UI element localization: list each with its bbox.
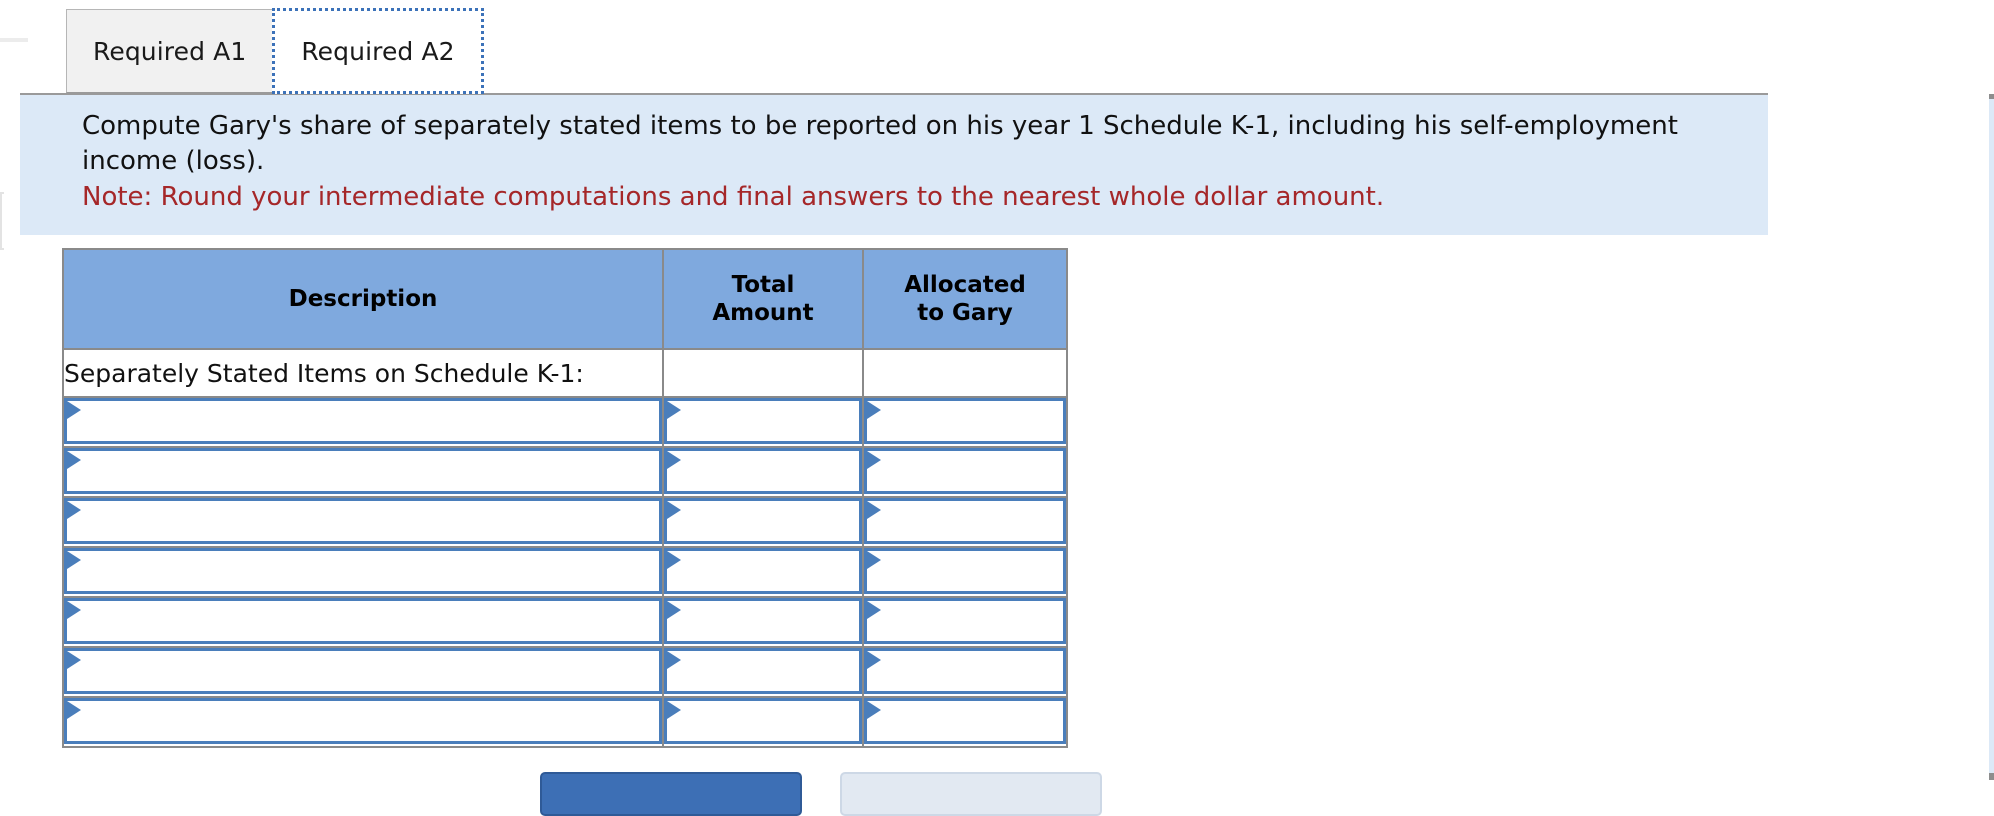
cell-allocated-5 [862, 596, 1068, 648]
chevron-right-icon [667, 601, 681, 619]
section-label-description: Separately Stated Items on Schedule K-1: [62, 348, 664, 398]
chevron-right-icon [867, 551, 881, 569]
description-dropdown-3[interactable] [64, 498, 662, 544]
page-edge-artifact-left [0, 192, 4, 250]
chevron-right-icon [67, 651, 81, 669]
total-amount-dropdown-3[interactable] [664, 498, 862, 544]
table-row [62, 696, 1068, 748]
description-dropdown-4[interactable] [64, 548, 662, 594]
cell-allocated-3 [862, 496, 1068, 548]
chevron-right-icon [867, 601, 881, 619]
secondary-action-button[interactable] [840, 772, 1102, 816]
column-header-total-amount: Total Amount [662, 248, 864, 350]
chevron-right-icon [67, 601, 81, 619]
table-row [62, 646, 1068, 698]
requirement-tabs: Required A1 Required A2 [66, 8, 484, 94]
chevron-right-icon [667, 451, 681, 469]
section-label-allocated-to-gary [862, 348, 1068, 398]
primary-action-button[interactable] [540, 772, 802, 816]
chevron-right-icon [67, 451, 81, 469]
worksheet-body: Separately Stated Items on Schedule K-1: [62, 348, 1068, 748]
tab-required-a2[interactable]: Required A2 [272, 8, 484, 94]
cell-total-amount-1 [662, 396, 864, 448]
total-amount-dropdown-7[interactable] [664, 698, 862, 744]
description-dropdown-2[interactable] [64, 448, 662, 494]
cell-allocated-1 [862, 396, 1068, 448]
cell-total-amount-2 [662, 446, 864, 498]
cell-total-amount-7 [662, 696, 864, 748]
column-header-total-amount-line2: Amount [712, 300, 814, 326]
total-amount-dropdown-5[interactable] [664, 598, 862, 644]
table-row [62, 496, 1068, 548]
chevron-right-icon [667, 501, 681, 519]
chevron-right-icon [867, 651, 881, 669]
cell-total-amount-6 [662, 646, 864, 698]
allocated-dropdown-1[interactable] [864, 398, 1066, 444]
column-header-allocated-to-gary: Allocated to Gary [862, 248, 1068, 350]
column-header-total-amount-line1: Total [731, 271, 795, 298]
chevron-right-icon [667, 401, 681, 419]
section-label-total-amount [662, 348, 864, 398]
table-header-row: Description Total Amount Allocated to Ga… [62, 248, 1068, 350]
cell-description-3 [62, 496, 664, 548]
allocated-dropdown-3[interactable] [864, 498, 1066, 544]
total-amount-dropdown-6[interactable] [664, 648, 862, 694]
chevron-right-icon [667, 651, 681, 669]
instruction-note: Note: Round your intermediate computatio… [82, 182, 1385, 213]
total-amount-dropdown-2[interactable] [664, 448, 862, 494]
cell-description-2 [62, 446, 664, 498]
instruction-prompt: Compute Gary's share of separately state… [82, 111, 1678, 176]
table-row-section-label: Separately Stated Items on Schedule K-1: [62, 348, 1068, 398]
tab-required-a1[interactable]: Required A1 [66, 9, 274, 93]
description-dropdown-6[interactable] [64, 648, 662, 694]
column-header-description: Description [62, 248, 664, 350]
page-edge-artifact-top [0, 38, 28, 42]
description-dropdown-7[interactable] [64, 698, 662, 744]
cell-total-amount-3 [662, 496, 864, 548]
description-dropdown-1[interactable] [64, 398, 662, 444]
cell-description-4 [62, 546, 664, 598]
cell-allocated-6 [862, 646, 1068, 698]
cell-description-7 [62, 696, 664, 748]
footer-button-row [540, 772, 1102, 816]
allocated-dropdown-4[interactable] [864, 548, 1066, 594]
cell-description-6 [62, 646, 664, 698]
instruction-panel: Compute Gary's share of separately state… [20, 95, 1768, 235]
chevron-right-icon [67, 501, 81, 519]
table-row [62, 446, 1068, 498]
chevron-right-icon [867, 451, 881, 469]
schedule-k1-worksheet: Description Total Amount Allocated to Ga… [62, 248, 1068, 748]
cell-total-amount-5 [662, 596, 864, 648]
table-row [62, 396, 1068, 448]
allocated-dropdown-5[interactable] [864, 598, 1066, 644]
total-amount-dropdown-1[interactable] [664, 398, 862, 444]
cell-description-1 [62, 396, 664, 448]
chevron-right-icon [67, 401, 81, 419]
chevron-right-icon [667, 701, 681, 719]
scrollbar-cap-bottom [1989, 773, 1994, 780]
chevron-right-icon [67, 701, 81, 719]
vertical-scrollbar-track[interactable] [1989, 96, 1994, 780]
column-header-allocated-line1: Allocated [904, 271, 1026, 298]
chevron-right-icon [867, 401, 881, 419]
allocated-dropdown-7[interactable] [864, 698, 1066, 744]
allocated-dropdown-6[interactable] [864, 648, 1066, 694]
cell-allocated-4 [862, 546, 1068, 598]
allocated-dropdown-2[interactable] [864, 448, 1066, 494]
cell-description-5 [62, 596, 664, 648]
chevron-right-icon [867, 701, 881, 719]
cell-total-amount-4 [662, 546, 864, 598]
cell-allocated-2 [862, 446, 1068, 498]
chevron-right-icon [667, 551, 681, 569]
scrollbar-cap-top [1989, 94, 1994, 99]
description-dropdown-5[interactable] [64, 598, 662, 644]
column-header-allocated-line2: to Gary [917, 300, 1013, 326]
total-amount-dropdown-4[interactable] [664, 548, 862, 594]
table-row [62, 546, 1068, 598]
chevron-right-icon [67, 551, 81, 569]
chevron-right-icon [867, 501, 881, 519]
table-row [62, 596, 1068, 648]
cell-allocated-7 [862, 696, 1068, 748]
